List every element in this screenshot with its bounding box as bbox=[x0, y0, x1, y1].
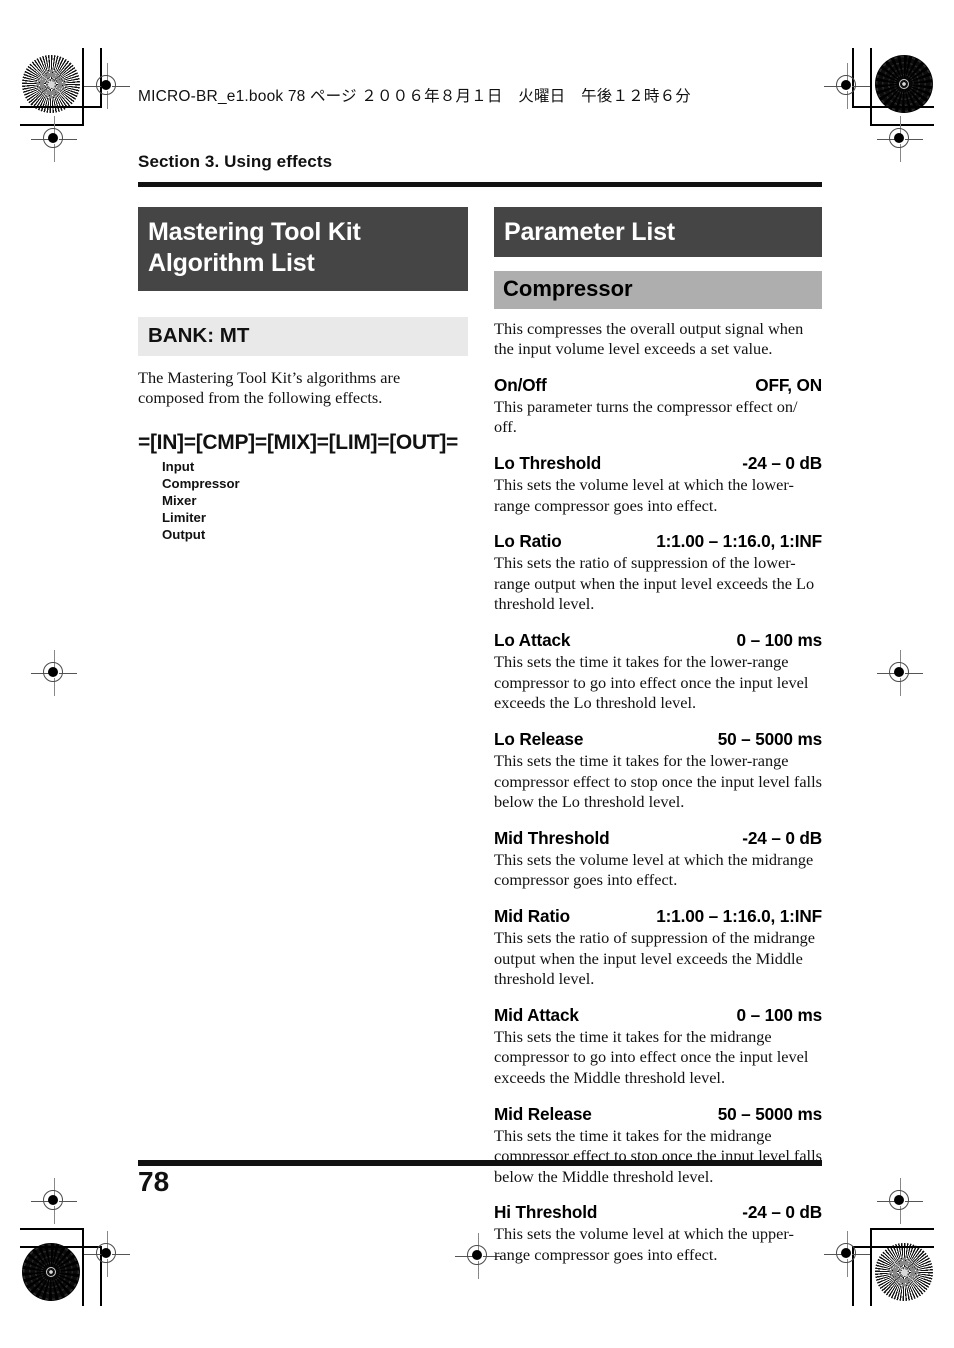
parameter-entry: Mid Attack 0 – 100 ms This sets the time… bbox=[494, 1005, 822, 1089]
parameter-entry: On/Off OFF, ON This parameter turns the … bbox=[494, 375, 822, 438]
parameter-description: This sets the volume level at which the … bbox=[494, 849, 814, 890]
parameter-entry: Lo Ratio 1:1.00 – 1:16.0, 1:INF This set… bbox=[494, 531, 822, 615]
parameter-description: This parameter turns the compressor effe… bbox=[494, 396, 798, 437]
parameter-description: This sets the volume level at which the … bbox=[494, 1224, 794, 1265]
algorithm-effect-list: Input Compressor Mixer Limiter Output bbox=[138, 458, 468, 543]
parameter-range: 1:1.00 – 1:16.0, 1:INF bbox=[656, 531, 822, 552]
parameter-range: 0 – 100 ms bbox=[736, 1004, 823, 1025]
parameter-header: Lo Threshold -24 – 0 dB bbox=[494, 453, 822, 474]
list-item: Input bbox=[162, 458, 195, 474]
crosshair-registration-mark-bottom-right bbox=[824, 1231, 870, 1277]
page-number: 78 bbox=[138, 1166, 170, 1197]
parameter-range: 50 – 5000 ms bbox=[717, 728, 822, 749]
parameter-range: 1:1.00 – 1:16.0, 1:INF bbox=[656, 905, 822, 926]
starburst-registration-mark-top-left bbox=[22, 55, 80, 113]
parameter-range: 50 – 5000 ms bbox=[717, 1103, 822, 1124]
list-item: Limiter bbox=[162, 509, 206, 525]
list-item: Compressor bbox=[162, 475, 240, 491]
parameter-range: -24 – 0 dB bbox=[742, 827, 822, 848]
parameter-description: This sets the time it takes for the midr… bbox=[494, 1026, 809, 1087]
parameter-header: On/Off OFF, ON bbox=[494, 375, 822, 396]
right-column-title: Parameter List bbox=[494, 207, 822, 257]
trim-mark bbox=[20, 1228, 84, 1230]
parameter-entry: Mid Threshold -24 – 0 dB This sets the v… bbox=[494, 828, 822, 891]
print-header-line: MICRO-BR_e1.book 78 ページ ２００６年８月１日 火曜日 午後… bbox=[138, 88, 691, 105]
algorithm-chain: =[IN]=[CMP]=[MIX]=[LIM]=[OUT]= bbox=[138, 430, 458, 454]
parameter-description: This sets the time it takes for the lowe… bbox=[494, 750, 822, 812]
parameter-entry: Lo Release 50 – 5000 ms This sets the ti… bbox=[494, 729, 822, 813]
parameter-name: Lo Release bbox=[494, 728, 584, 749]
parameter-name: Lo Attack bbox=[494, 630, 571, 651]
parameter-name: Mid Threshold bbox=[494, 827, 610, 848]
parameter-name: Lo Threshold bbox=[494, 453, 602, 474]
parameter-description: This sets the time it takes for the lowe… bbox=[494, 652, 809, 713]
bank-bar: BANK: MT bbox=[138, 316, 468, 356]
left-column: Mastering Tool Kit Algorithm List BANK: … bbox=[138, 207, 468, 543]
parameter-header: Mid Release 50 – 5000 ms bbox=[494, 1104, 822, 1125]
header-rule bbox=[138, 182, 822, 187]
rosette-registration-mark-bottom-left bbox=[22, 1243, 80, 1301]
parameter-description: This sets the ratio of suppression of th… bbox=[494, 553, 815, 614]
parameter-range: -24 – 0 dB bbox=[742, 1202, 822, 1223]
crosshair-registration-mark-mid-left bbox=[31, 650, 77, 696]
right-column-intro: This compresses the overall output signa… bbox=[494, 318, 804, 359]
trim-mark bbox=[870, 48, 872, 126]
parameter-name: Mid Ratio bbox=[494, 905, 570, 926]
parameter-header: Hi Threshold -24 – 0 dB bbox=[494, 1202, 822, 1223]
trim-mark bbox=[870, 1228, 872, 1306]
parameter-name: Mid Attack bbox=[494, 1004, 579, 1025]
trim-mark bbox=[870, 1228, 934, 1230]
parameter-entry: Mid Release 50 – 5000 ms This sets the t… bbox=[494, 1104, 822, 1188]
parameter-name: On/Off bbox=[494, 374, 547, 395]
left-column-title: Mastering Tool Kit Algorithm List bbox=[138, 207, 468, 291]
crosshair-registration-mark-bottom-left bbox=[84, 1231, 130, 1277]
parameter-description: This sets the ratio of suppression of th… bbox=[494, 927, 816, 989]
left-column-intro: The Mastering Tool Kit’s algorithms are … bbox=[138, 367, 401, 408]
section-label: Section 3. Using effects bbox=[138, 152, 333, 171]
crosshair-registration-mark-top-left-lower bbox=[31, 116, 77, 162]
subsection-bar-compressor: Compressor bbox=[494, 270, 822, 309]
parameter-header: Mid Ratio 1:1.00 – 1:16.0, 1:INF bbox=[494, 906, 822, 927]
manual-page: MICRO-BR_e1.book 78 ページ ２００６年８月１日 火曜日 午後… bbox=[0, 0, 954, 1348]
rosette-registration-mark-top-right bbox=[875, 55, 933, 113]
parameter-entry: Mid Ratio 1:1.00 – 1:16.0, 1:INF This se… bbox=[494, 906, 822, 990]
crosshair-registration-mark-bottom-left-upper bbox=[31, 1178, 77, 1224]
crosshair-registration-mark-mid-right bbox=[877, 650, 923, 696]
parameter-name: Mid Release bbox=[494, 1103, 592, 1124]
parameter-header: Lo Ratio 1:1.00 – 1:16.0, 1:INF bbox=[494, 531, 822, 552]
starburst-registration-mark-bottom-right bbox=[875, 1243, 933, 1301]
parameter-header: Mid Attack 0 – 100 ms bbox=[494, 1005, 822, 1026]
parameter-range: -24 – 0 dB bbox=[742, 453, 822, 474]
crosshair-registration-mark-top-right bbox=[824, 63, 870, 109]
parameter-header: Mid Threshold -24 – 0 dB bbox=[494, 828, 822, 849]
parameter-range: OFF, ON bbox=[755, 374, 822, 395]
parameter-description: This sets the volume level at which the … bbox=[494, 475, 794, 515]
parameter-name: Hi Threshold bbox=[494, 1202, 598, 1223]
list-item: Output bbox=[162, 526, 206, 542]
list-item: Mixer bbox=[162, 492, 197, 508]
parameter-header: Lo Release 50 – 5000 ms bbox=[494, 729, 822, 750]
parameter-entry: Hi Threshold -24 – 0 dB This sets the vo… bbox=[494, 1202, 822, 1265]
right-column: Parameter List Compressor This compresse… bbox=[494, 207, 822, 1266]
crosshair-registration-mark-top-right-lower bbox=[877, 116, 923, 162]
parameter-description: This sets the time it takes for the midr… bbox=[494, 1125, 822, 1186]
parameter-header: Lo Attack 0 – 100 ms bbox=[494, 630, 822, 651]
crosshair-registration-mark-top-left bbox=[84, 63, 130, 109]
parameter-range: 0 – 100 ms bbox=[736, 630, 823, 651]
crosshair-registration-mark-bottom-right-upper bbox=[877, 1178, 923, 1224]
parameter-entry: Lo Attack 0 – 100 ms This sets the time … bbox=[494, 630, 822, 714]
parameter-entry: Lo Threshold -24 – 0 dB This sets the vo… bbox=[494, 453, 822, 516]
parameter-name: Lo Ratio bbox=[494, 531, 562, 552]
footer-rule bbox=[138, 1160, 822, 1166]
